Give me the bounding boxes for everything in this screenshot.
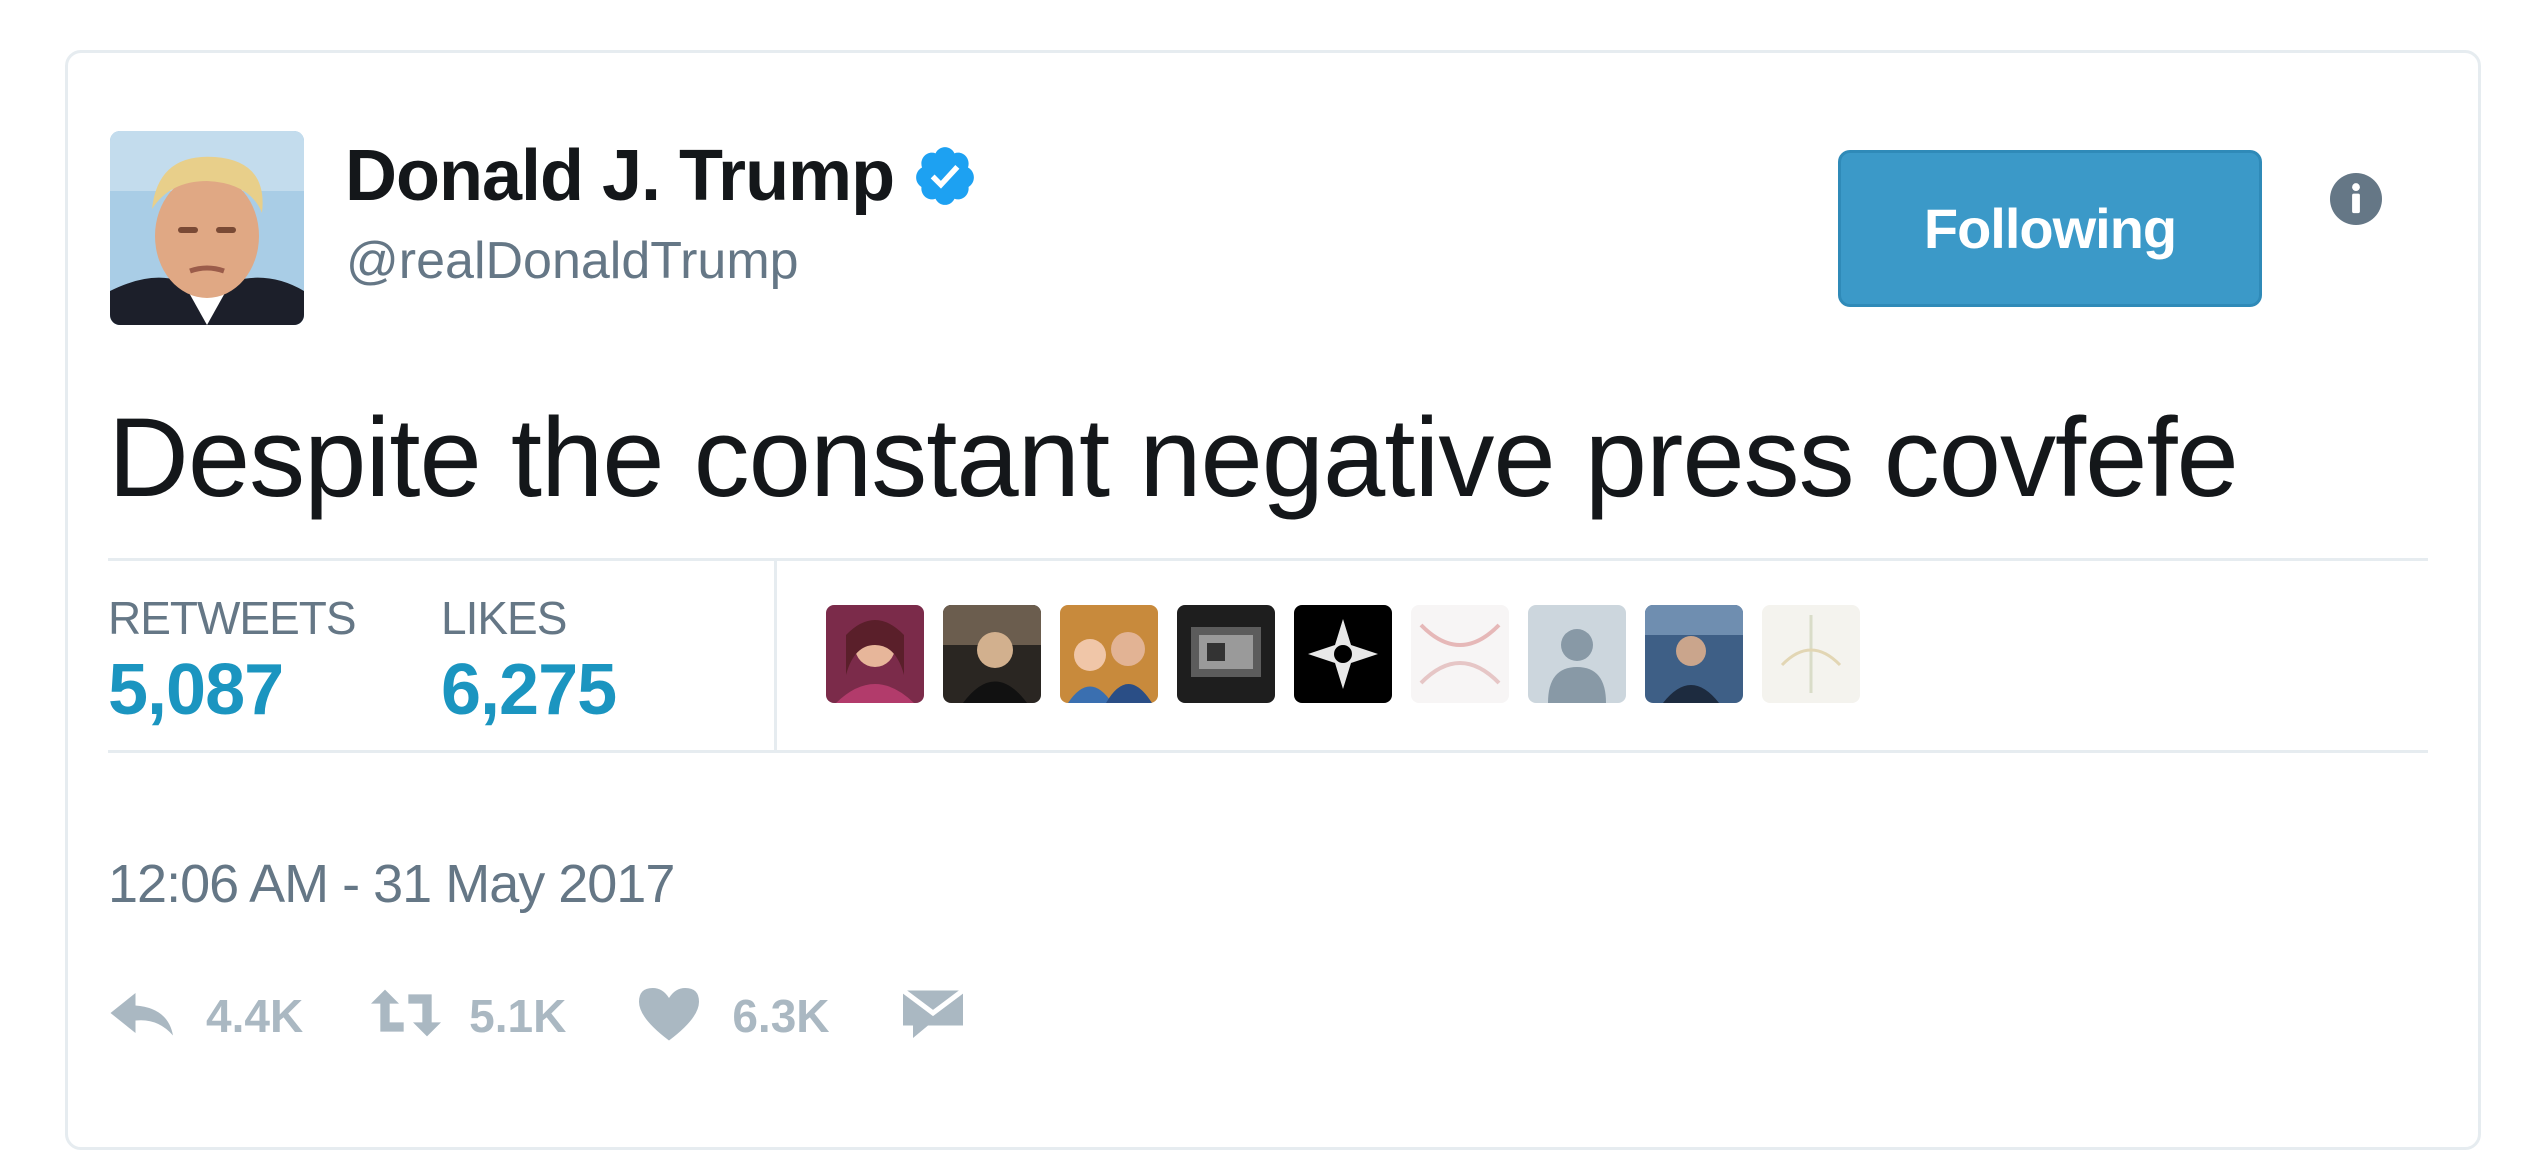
author-avatar[interactable] xyxy=(110,131,304,325)
liker-avatar[interactable] xyxy=(1645,605,1743,703)
info-icon[interactable] xyxy=(2330,173,2382,225)
like-action[interactable]: 6.3K xyxy=(634,983,830,1048)
tweet-actions: 4.4K 5.1K 6.3K xyxy=(108,983,1036,1048)
direct-message-icon xyxy=(898,983,968,1048)
stats-separator xyxy=(774,558,777,751)
direct-message-action[interactable] xyxy=(898,983,968,1048)
liker-avatar[interactable] xyxy=(826,605,924,703)
liker-avatars xyxy=(826,605,1860,703)
stats-bottom-divider xyxy=(108,750,2428,753)
liker-avatar[interactable] xyxy=(1060,605,1158,703)
liker-avatar[interactable] xyxy=(1294,605,1392,703)
default-user-avatar[interactable] xyxy=(1528,605,1626,703)
retweets-label: RETWEETS xyxy=(108,592,357,644)
tweet-text: Despite the constant negative press covf… xyxy=(108,395,2239,520)
liker-avatar[interactable] xyxy=(943,605,1041,703)
like-count: 6.3K xyxy=(732,989,830,1042)
author-name-row: Donald J. Trump xyxy=(345,135,978,217)
tweet-card: Donald J. Trump @realDonaldTrump Followi… xyxy=(65,50,2481,1150)
likes-value: 6,275 xyxy=(441,650,617,730)
retweets-stat[interactable]: RETWEETS 5,087 xyxy=(108,561,357,731)
retweet-icon xyxy=(371,983,442,1048)
following-button[interactable]: Following xyxy=(1838,150,2262,307)
liker-avatar[interactable] xyxy=(1411,605,1509,703)
retweets-value: 5,087 xyxy=(108,650,284,730)
tweet-timestamp[interactable]: 12:06 AM - 31 May 2017 xyxy=(108,853,675,915)
verified-badge-icon xyxy=(912,143,978,209)
likes-label: LIKES xyxy=(441,592,567,644)
reply-action[interactable]: 4.4K xyxy=(108,983,303,1048)
retweet-count: 5.1K xyxy=(469,989,567,1042)
reply-count: 4.4K xyxy=(206,989,304,1042)
author-avatar-image xyxy=(110,131,304,325)
author-handle[interactable]: @realDonaldTrump xyxy=(346,231,799,291)
reply-icon xyxy=(108,983,178,1048)
heart-icon xyxy=(634,983,704,1048)
liker-avatar[interactable] xyxy=(1762,605,1860,703)
liker-avatar[interactable] xyxy=(1177,605,1275,703)
retweet-action[interactable]: 5.1K xyxy=(371,983,566,1048)
author-display-name[interactable]: Donald J. Trump xyxy=(345,135,895,217)
likes-stat[interactable]: LIKES 6,275 xyxy=(441,561,617,731)
